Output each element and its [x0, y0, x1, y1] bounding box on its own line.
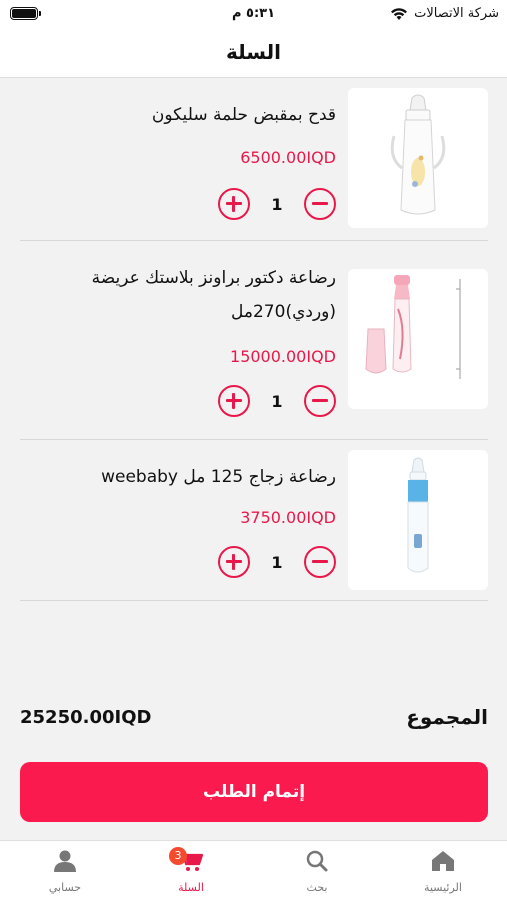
user-icon [54, 850, 76, 872]
total-label: المجموع [406, 705, 488, 729]
cart-item: رضاعة دكتور براونز بلاستك عريضة (وردي)27… [20, 241, 488, 440]
cart-item: قدح بمقبض حلمة سليكون 6500.00IQD 1 [20, 78, 488, 241]
product-name: رضاعة زجاج 125 مل weebaby [101, 467, 336, 487]
product-name: رضاعة دكتور براونز بلاستك عريضة (وردي)27… [91, 268, 336, 322]
wifi-icon [391, 7, 408, 20]
quantity-value: 1 [271, 552, 283, 572]
product-image-bottle-pink[interactable] [348, 269, 488, 409]
product-price: 3750.00IQD [240, 508, 336, 527]
quantity-value: 1 [271, 391, 283, 411]
increase-quantity-button[interactable] [218, 546, 250, 578]
nav-item-account[interactable]: حسابي [2, 841, 128, 900]
cup-bottle-icon [390, 94, 446, 215]
total-row: المجموع 25250.00IQD [20, 705, 488, 735]
status-bar: ٥:٣١ م شركة الاتصالات [0, 0, 507, 30]
nav-label-home: الرئيسية [424, 881, 462, 894]
home-icon [432, 851, 454, 871]
product-name: قدح بمقبض حلمة سليكون [151, 105, 336, 125]
page-title: السلة [225, 40, 281, 64]
nav-item-cart[interactable]: 3 السلة [128, 841, 254, 900]
decrease-quantity-button[interactable] [304, 546, 336, 578]
product-image-cup[interactable] [348, 88, 488, 228]
search-icon [306, 850, 328, 872]
checkout-button[interactable]: إتمام الطلب [20, 762, 488, 822]
product-price: 15000.00IQD [230, 347, 336, 366]
carrier-name: شركة الاتصالات [414, 6, 499, 21]
increase-quantity-button[interactable] [218, 385, 250, 417]
glass-bottle-icon [407, 457, 429, 573]
increase-quantity-button[interactable] [218, 188, 250, 220]
product-price: 6500.00IQD [240, 148, 336, 167]
nav-label-account: حسابي [48, 881, 82, 894]
pink-bottle-icon [365, 275, 461, 379]
nav-item-search[interactable]: بحث [254, 841, 380, 900]
nav-label-cart: السلة [178, 881, 204, 894]
decrease-quantity-button[interactable] [304, 385, 336, 417]
product-image-glass-bottle[interactable] [348, 450, 488, 590]
quantity-stepper: 1 [218, 383, 336, 419]
carrier-info: شركة الاتصالات [390, 6, 499, 21]
quantity-stepper: 1 [218, 544, 336, 580]
nav-item-home[interactable]: الرئيسية [380, 841, 506, 900]
quantity-stepper: 1 [218, 186, 336, 222]
header: السلة [0, 30, 507, 78]
bottom-nav: الرئيسية بحث 3 السلة حسابي [0, 840, 507, 900]
nav-label-search: بحث [306, 881, 328, 894]
cart-count-badge: 3 [169, 847, 187, 865]
total-value: 25250.00IQD [20, 707, 152, 728]
cart-item: رضاعة زجاج 125 مل weebaby 3750.00IQD 1 [20, 440, 488, 601]
quantity-value: 1 [271, 194, 283, 214]
decrease-quantity-button[interactable] [304, 188, 336, 220]
